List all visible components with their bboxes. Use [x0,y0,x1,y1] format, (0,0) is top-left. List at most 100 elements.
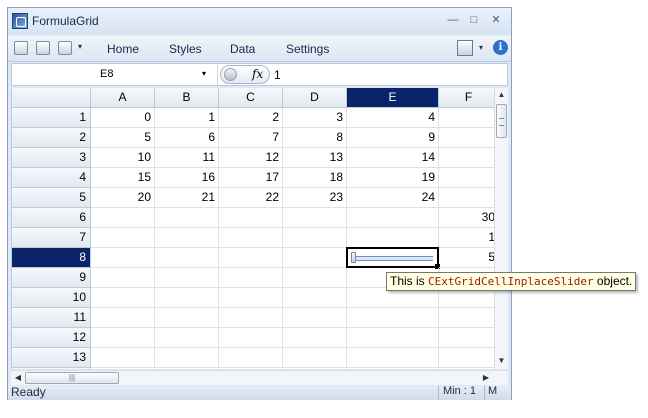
cell-b3[interactable]: 11 [155,148,219,168]
cell-b13[interactable] [155,348,219,368]
cell-c6[interactable] [219,208,283,228]
cell-f6[interactable]: 30 [439,208,495,228]
cell-b10[interactable] [155,288,219,308]
zoom-page-icon[interactable] [58,41,72,55]
scroll-left-icon[interactable]: ◀ [12,372,24,384]
cell-a1[interactable]: 0 [91,108,155,128]
cell-c13[interactable] [219,348,283,368]
menu-styles[interactable]: Styles [169,42,202,56]
cell-f13[interactable] [439,348,495,368]
cell-d11[interactable] [283,308,347,328]
quick-access-dropdown[interactable]: ▾ [78,42,82,51]
cell-d7[interactable] [283,228,347,248]
cell-c7[interactable] [219,228,283,248]
slider-thumb[interactable] [351,252,356,263]
cell-f12[interactable] [439,328,495,348]
cell-d2[interactable]: 8 [283,128,347,148]
cell-a7[interactable] [91,228,155,248]
cell-b8[interactable] [155,248,219,268]
cell-a6[interactable] [91,208,155,228]
cell-b12[interactable] [155,328,219,348]
cell-d6[interactable] [283,208,347,228]
cell-a5[interactable]: 20 [91,188,155,208]
title-bar[interactable]: FormulaGrid — □ ✕ [8,8,511,34]
cell-c5[interactable]: 22 [219,188,283,208]
cell-f1[interactable] [439,108,495,128]
cell-c12[interactable] [219,328,283,348]
cell-f11[interactable] [439,308,495,328]
cell-a3[interactable]: 10 [91,148,155,168]
cell-e12[interactable] [347,328,439,348]
cell-f14[interactable] [439,368,495,369]
cell-e6[interactable] [347,208,439,228]
cell-b4[interactable]: 16 [155,168,219,188]
cell-b7[interactable] [155,228,219,248]
row-header-12[interactable]: 12 [12,328,91,348]
inplace-slider[interactable] [346,247,440,269]
cell-e3[interactable]: 14 [347,148,439,168]
scroll-up-icon[interactable]: ▲ [495,89,508,101]
cell-f10[interactable] [439,288,495,308]
cell-e13[interactable] [347,348,439,368]
cell-c14[interactable] [219,368,283,369]
cell-b11[interactable] [155,308,219,328]
cell-d9[interactable] [283,268,347,288]
cell-e11[interactable] [347,308,439,328]
cell-b9[interactable] [155,268,219,288]
cell-d4[interactable]: 18 [283,168,347,188]
cell-f4[interactable] [439,168,495,188]
cell-b1[interactable]: 1 [155,108,219,128]
cell-a4[interactable]: 15 [91,168,155,188]
cell-f8[interactable]: 5 [439,248,495,268]
cell-d14[interactable] [283,368,347,369]
cell-a2[interactable]: 5 [91,128,155,148]
select-all-corner[interactable] [12,88,91,108]
vertical-scrollbar[interactable]: ▲ ▼ [494,88,508,369]
cell-a11[interactable] [91,308,155,328]
cell-b14[interactable] [155,368,219,369]
column-header-e[interactable]: E [347,88,439,108]
cell-d8[interactable] [283,248,347,268]
close-button[interactable]: ✕ [488,13,504,27]
column-header-b[interactable]: B [155,88,219,108]
cell-c10[interactable] [219,288,283,308]
menu-data[interactable]: Data [230,42,255,56]
cell-d12[interactable] [283,328,347,348]
cell-a9[interactable] [91,268,155,288]
column-header-d[interactable]: D [283,88,347,108]
cell-c9[interactable] [219,268,283,288]
cell-e10[interactable] [347,288,439,308]
cell-e1[interactable]: 4 [347,108,439,128]
cell-d10[interactable] [283,288,347,308]
cell-a10[interactable] [91,288,155,308]
cell-a13[interactable] [91,348,155,368]
slider-track[interactable] [353,256,433,261]
print-icon[interactable] [36,41,50,55]
name-box[interactable]: E8 ▾ [12,64,218,85]
menu-settings[interactable]: Settings [286,42,329,56]
row-header-14[interactable]: 14 [12,368,91,369]
maximize-button[interactable]: □ [466,13,482,27]
cell-f2[interactable] [439,128,495,148]
cell-e4[interactable]: 19 [347,168,439,188]
row-header-4[interactable]: 4 [12,168,91,188]
row-header-10[interactable]: 10 [12,288,91,308]
menu-home[interactable]: Home [107,42,139,56]
help-icon[interactable]: i [493,40,508,55]
spreadsheet-grid[interactable]: A B C D E F 1 0 1 2 3 4 2 5 6 7 8 9 3 10 11 12 13 14 4 15 16 17 18 19… [11,88,495,369]
cell-a12[interactable] [91,328,155,348]
cell-c11[interactable] [219,308,283,328]
row-header-2[interactable]: 2 [12,128,91,148]
cell-c1[interactable]: 2 [219,108,283,128]
formula-input[interactable]: 1 [274,68,281,82]
row-header-3[interactable]: 3 [12,148,91,168]
row-header-11[interactable]: 11 [12,308,91,328]
settings-icon[interactable] [457,40,473,56]
scroll-right-icon[interactable]: ▶ [480,372,492,384]
cell-a14[interactable] [91,368,155,369]
print-preview-icon[interactable] [14,41,28,55]
cell-f3[interactable] [439,148,495,168]
cell-e7[interactable] [347,228,439,248]
cell-f5[interactable] [439,188,495,208]
cell-d1[interactable]: 3 [283,108,347,128]
